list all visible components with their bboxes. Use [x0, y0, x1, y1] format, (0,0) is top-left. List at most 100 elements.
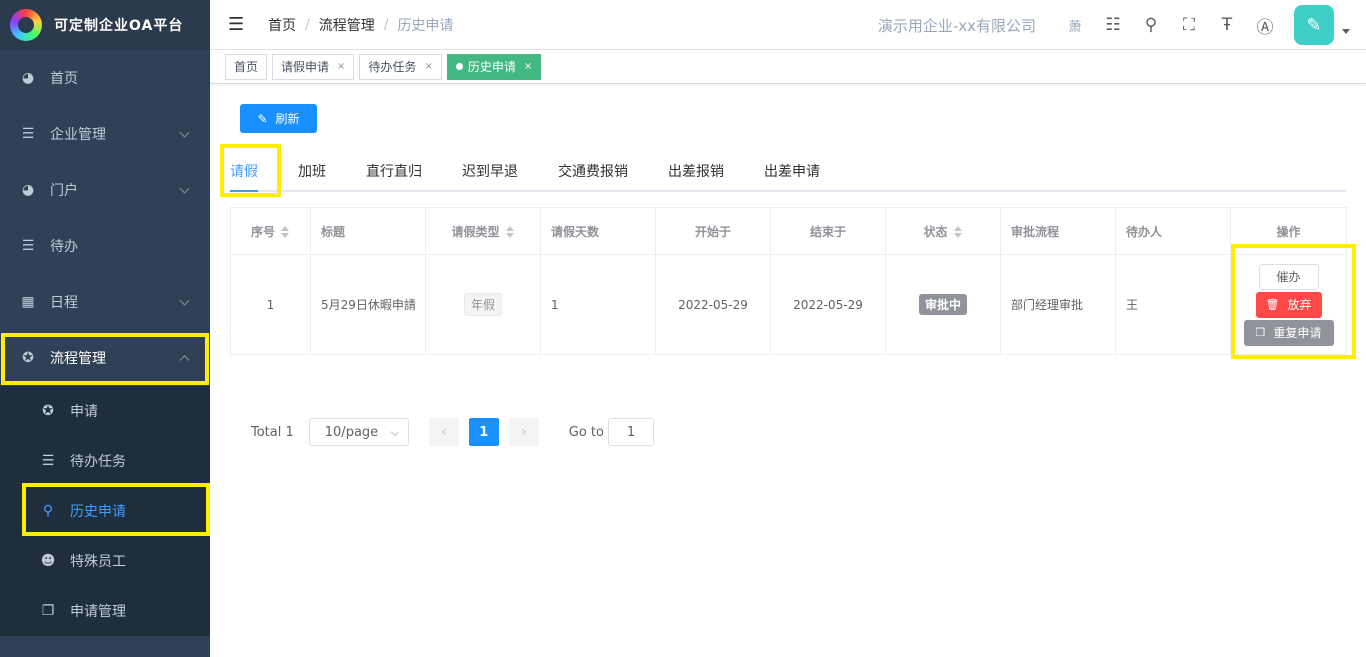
copy-icon: ❐: [41, 603, 55, 619]
sidebar-subitem-special-staff[interactable]: ☻ 特殊员工: [0, 536, 210, 586]
sort-icon[interactable]: [505, 225, 515, 239]
app-logo-bar[interactable]: 可定制企业OA平台: [0, 0, 210, 50]
tab-overtime[interactable]: 加班: [298, 152, 326, 192]
app-logo-icon: [10, 9, 42, 41]
tag-home[interactable]: 首页: [225, 53, 268, 80]
header-label: 状态: [923, 224, 948, 239]
sidebar-subitem-todo-tasks[interactable]: ☰ 待办任务: [0, 436, 210, 486]
sidebar-item-home[interactable]: ◕ 首页: [0, 50, 210, 106]
flow-icon: ✪: [42, 403, 54, 419]
tag-todo-tasks[interactable]: 待办任务 ×: [359, 53, 442, 80]
tag-label: 首页: [234, 60, 259, 74]
col-header-type[interactable]: 请假类型: [425, 207, 541, 255]
goto-label: Go to: [568, 424, 604, 440]
company-name: 演示用企业-xx有限公司: [877, 16, 1036, 35]
tag-leave-apply[interactable]: 请假申请 ×: [272, 53, 355, 80]
active-dot-icon: [455, 63, 463, 70]
header-label: 标题: [321, 224, 346, 239]
type-badge: 年假: [463, 293, 502, 316]
tag-label: 请假申请: [281, 60, 330, 74]
header-label: 待办人: [1126, 224, 1163, 239]
page-size-value: 10/page: [324, 424, 379, 440]
col-header-actions: 操作: [1230, 207, 1347, 255]
abandon-label: 放弃: [1287, 298, 1312, 312]
close-icon[interactable]: ×: [524, 61, 532, 72]
dashboard-icon: ◕: [21, 70, 35, 86]
col-header-status[interactable]: 状态: [885, 207, 1001, 255]
caret-down-icon[interactable]: [1342, 28, 1350, 34]
avatar[interactable]: ✎: [1294, 5, 1334, 45]
breadcrumb-item[interactable]: 首页: [268, 15, 296, 35]
col-header-end: 结束于: [770, 207, 886, 255]
sidebar-subitem-label: 历史申请: [70, 504, 126, 520]
sort-icon[interactable]: [280, 225, 290, 239]
sidebar-subitem-label: 申请: [70, 404, 98, 420]
sidebar-item-label: 待办: [50, 239, 78, 255]
close-icon[interactable]: ×: [337, 61, 345, 72]
abandon-button[interactable]: 🗑 放弃: [1255, 291, 1322, 318]
grid-icon: ▦: [21, 294, 35, 310]
sidebar-item-label: 门户: [50, 183, 78, 199]
header-label: 结束于: [809, 224, 846, 239]
sidebar-item-process[interactable]: ✪ 流程管理: [0, 330, 210, 386]
copy-icon: ❐: [1255, 326, 1266, 339]
col-header-assignee: 待办人: [1115, 207, 1231, 255]
goto-page: Go to 1: [569, 418, 654, 446]
hamburger-icon[interactable]: ☰: [228, 15, 244, 34]
sidebar-item-label: 首页: [50, 71, 78, 87]
sidebar-subitem-apply[interactable]: ✪ 申请: [0, 386, 210, 436]
urge-button[interactable]: 催办: [1258, 263, 1319, 290]
sort-icon[interactable]: [953, 225, 963, 239]
col-header-no[interactable]: 序号: [230, 207, 311, 255]
menu-search-icon[interactable]: ☷: [1103, 15, 1123, 35]
refresh-button[interactable]: ✎ 刷新: [240, 104, 317, 133]
table-header-row: 序号 标题 请假类型 请假天数 开始于 结束于 状态 审批流程 待办人 操作: [230, 207, 1347, 255]
tab-leave[interactable]: 请假: [230, 152, 258, 192]
sidebar-item-todo[interactable]: ☰ 待办: [0, 218, 210, 274]
translate-icon[interactable]: Ⓐ: [1255, 15, 1275, 38]
history-table: 序号 标题 请假类型 请假天数 开始于 结束于 状态 审批流程 待办人 操作 1…: [230, 207, 1347, 355]
sidebar-subitem-label: 待办任务: [70, 454, 126, 470]
col-header-flow: 审批流程: [1000, 207, 1116, 255]
header-right: 演示用企业-xx有限公司 萧 ☷ ⚲ ⛶ Ŧ Ⓐ ✎: [878, 0, 1366, 50]
cell-status: 审批中: [885, 254, 1001, 355]
sidebar-item-label: 企业管理: [50, 127, 106, 143]
next-page-button[interactable]: ›: [508, 418, 539, 446]
fullscreen-icon[interactable]: ⛶: [1179, 15, 1199, 35]
tab-active-bar: [230, 190, 258, 192]
tab-transport-expense[interactable]: 交通费报销: [558, 152, 628, 192]
sidebar-subitem-history[interactable]: ⚲ 历史申请: [0, 486, 210, 536]
sidebar-subitem-apply-manage[interactable]: ❐ 申请管理: [0, 586, 210, 636]
tab-direct-trip[interactable]: 直行直归: [366, 152, 422, 192]
tab-late-early[interactable]: 迟到早退: [462, 152, 518, 192]
refresh-label: 刷新: [275, 112, 300, 126]
search-icon: ⚲: [42, 503, 54, 519]
sidebar-item-portal[interactable]: ◕ 门户: [0, 162, 210, 218]
close-icon[interactable]: ×: [424, 61, 432, 72]
cell-start: 2022-05-29: [655, 254, 771, 355]
page-size-select[interactable]: 10/page: [308, 418, 409, 446]
col-header-days: 请假天数: [540, 207, 656, 255]
breadcrumb-item[interactable]: 流程管理: [319, 15, 375, 35]
cell-title: 5月29日休暇申請: [310, 254, 426, 355]
sidebar-item-schedule[interactable]: ▦ 日程: [0, 274, 210, 330]
col-header-start: 开始于: [655, 207, 771, 255]
navbar: ☰ 首页 / 流程管理 / 历史申请 演示用企业-xx有限公司 萧 ☷ ⚲ ⛶ …: [210, 0, 1366, 50]
sidebar-item-enterprise[interactable]: ☰ 企业管理: [0, 106, 210, 162]
tab-travel-expense[interactable]: 出差报销: [668, 152, 724, 192]
col-header-title: 标题: [310, 207, 426, 255]
sidebar-subitem-label: 申请管理: [70, 604, 126, 620]
reapply-button[interactable]: ❐ 重复申请: [1243, 319, 1334, 346]
goto-page-input[interactable]: 1: [607, 418, 654, 446]
header-label: 审批流程: [1011, 224, 1060, 239]
tab-travel-apply[interactable]: 出差申请: [764, 152, 820, 192]
tag-history-active[interactable]: 历史申请 ×: [446, 53, 542, 80]
cell-end: 2022-05-29: [770, 254, 886, 355]
chevron-down-icon: [179, 127, 190, 138]
header-label: 开始于: [694, 224, 731, 239]
font-size-icon[interactable]: Ŧ: [1217, 15, 1237, 35]
page-number-current[interactable]: 1: [468, 418, 499, 446]
list-icon: ☰: [21, 238, 35, 254]
search-icon[interactable]: ⚲: [1141, 15, 1161, 35]
prev-page-button[interactable]: ‹: [428, 418, 459, 446]
